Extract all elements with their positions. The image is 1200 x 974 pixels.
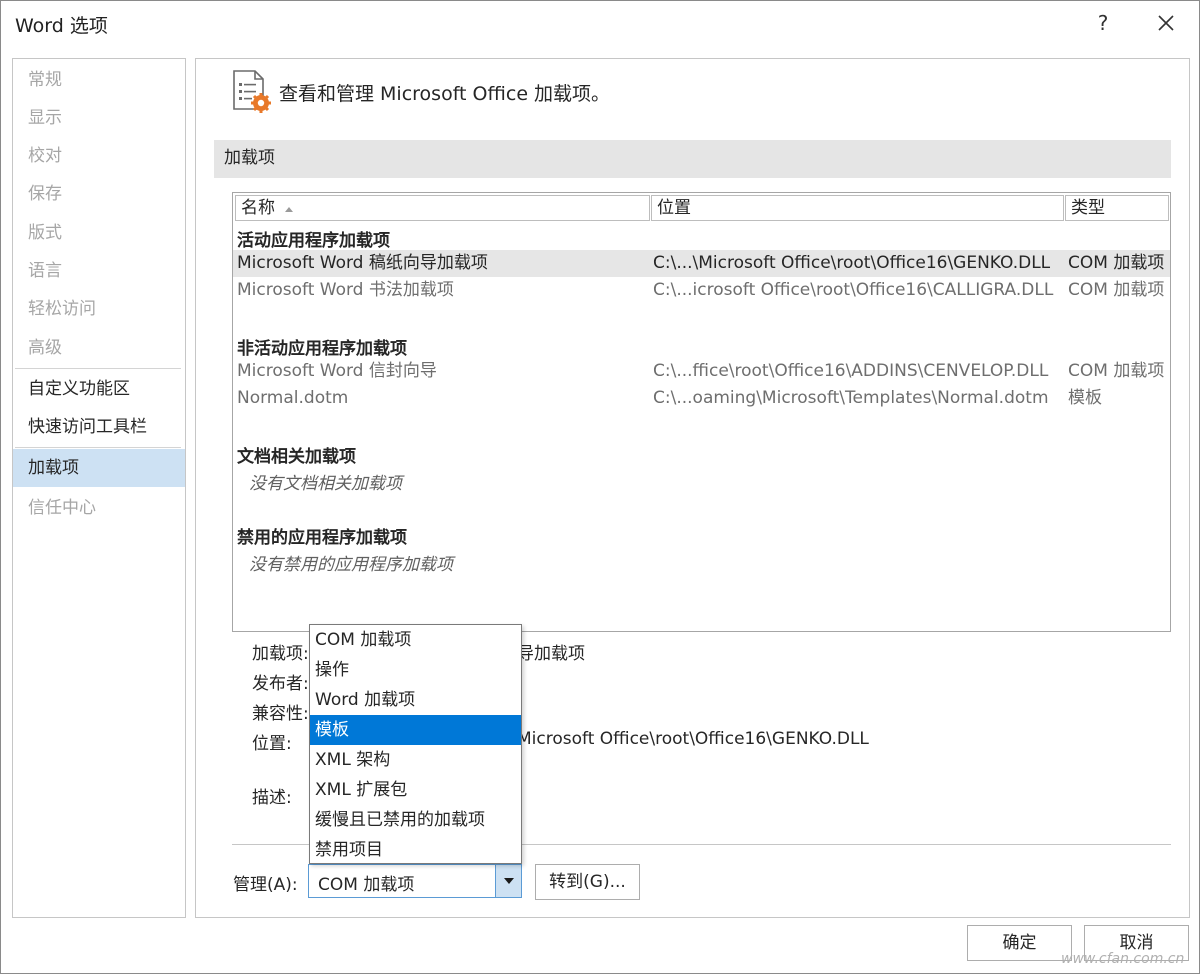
options-sidebar: 常规 显示 校对 保存 版式 语言 轻松访问 高级 自定义功能区 快速访问工具栏… (12, 58, 186, 918)
sidebar-item-trust-center[interactable]: 信任中心 (13, 489, 185, 527)
detail-addin-label: 加载项: (252, 644, 309, 664)
sort-ascending-icon (285, 207, 294, 212)
group-label-disabled: 禁用的应用程序加载项 (237, 528, 407, 548)
close-icon (1158, 15, 1174, 31)
detail-location-value: Microsoft Office\root\Office16\GENKO.DLL (517, 729, 869, 749)
manage-combobox[interactable]: COM 加载项 (308, 864, 522, 898)
dropdown-button[interactable] (495, 865, 521, 897)
sidebar-item-layout[interactable]: 版式 (13, 214, 185, 252)
close-button[interactable] (1151, 9, 1181, 37)
dropdown-option-highlighted[interactable]: 模板 (310, 715, 521, 745)
detail-location-label: 位置: (252, 734, 292, 754)
empty-message: 没有禁用的应用程序加载项 (249, 555, 453, 575)
dropdown-option[interactable]: Word 加载项 (310, 685, 521, 715)
row-name: Microsoft Word 稿纸向导加载项 (237, 253, 488, 273)
watermark: www.cfan.com.cn (1061, 951, 1185, 967)
row-name: Microsoft Word 信封向导 (237, 361, 437, 381)
sidebar-item-general[interactable]: 常规 (13, 61, 185, 99)
sidebar-item-advanced[interactable]: 高级 (13, 329, 185, 367)
manage-selected-value: COM 加载项 (318, 875, 415, 895)
sidebar-item-language[interactable]: 语言 (13, 252, 185, 290)
column-header-type[interactable]: 类型 (1065, 195, 1169, 221)
sidebar-item-proofing[interactable]: 校对 (13, 137, 185, 175)
table-row[interactable]: Microsoft Word 稿纸向导加载项 C:\...\Microsoft … (233, 250, 1170, 277)
sidebar-item-customize-ribbon[interactable]: 自定义功能区 (13, 370, 185, 408)
addins-settings-icon (233, 70, 271, 113)
detail-publisher-label: 发布者: (252, 674, 309, 694)
row-location: C:\...ffice\root\Office16\ADDINS\CENVELO… (653, 361, 1049, 381)
column-header-name-label: 名称 (241, 198, 275, 218)
group-label-inactive: 非活动应用程序加载项 (237, 339, 407, 359)
row-type: COM 加载项 (1068, 253, 1165, 273)
row-type: COM 加载项 (1068, 361, 1165, 381)
dropdown-option[interactable]: COM 加载项 (310, 625, 521, 655)
sidebar-divider (15, 368, 181, 369)
chevron-down-icon (504, 878, 514, 884)
manage-dropdown-list[interactable]: COM 加载项 操作 Word 加载项 模板 XML 架构 XML 扩展包 缓慢… (309, 624, 522, 864)
dropdown-option[interactable]: XML 扩展包 (310, 775, 521, 805)
window-title: Word 选项 (15, 15, 108, 37)
panel-header-text: 查看和管理 Microsoft Office 加载项。 (279, 83, 611, 105)
dropdown-option[interactable]: 禁用项目 (310, 835, 521, 865)
table-row[interactable]: Microsoft Word 书法加载项 C:\...icrosoft Offi… (233, 277, 1170, 304)
empty-message: 没有文档相关加载项 (249, 474, 402, 494)
group-label-document: 文档相关加载项 (237, 447, 356, 467)
sidebar-item-accessibility[interactable]: 轻松访问 (13, 290, 185, 328)
row-location: C:\...oaming\Microsoft\Templates\Normal.… (653, 388, 1049, 408)
dropdown-option[interactable]: 缓慢且已禁用的加载项 (310, 805, 521, 835)
sidebar-item-display[interactable]: 显示 (13, 99, 185, 137)
detail-compat-label: 兼容性: (252, 704, 309, 724)
row-location: C:\...\Microsoft Office\root\Office16\GE… (653, 253, 1051, 273)
row-location: C:\...icrosoft Office\root\Office16\CALL… (653, 280, 1054, 300)
sidebar-item-quick-access-toolbar[interactable]: 快速访问工具栏 (13, 408, 185, 446)
manage-label: 管理(A): (233, 875, 298, 895)
title-bar: Word 选项 ? (1, 1, 1199, 47)
column-header-name[interactable]: 名称 (235, 195, 650, 221)
row-type: 模板 (1068, 388, 1102, 408)
ok-button[interactable]: 确定 (967, 925, 1072, 961)
dropdown-option[interactable]: 操作 (310, 655, 521, 685)
sidebar-item-save[interactable]: 保存 (13, 175, 185, 213)
word-options-dialog: Word 选项 ? 常规 显示 校对 保存 版式 语言 轻松访问 高级 自定义功… (0, 0, 1200, 974)
sidebar-divider (15, 447, 181, 448)
detail-description-label: 描述: (252, 788, 292, 808)
dropdown-option[interactable]: XML 架构 (310, 745, 521, 775)
table-row[interactable]: Microsoft Word 信封向导 C:\...ffice\root\Off… (233, 358, 1170, 385)
help-button[interactable]: ? (1089, 9, 1117, 37)
table-row[interactable]: Normal.dotm C:\...oaming\Microsoft\Templ… (233, 385, 1170, 412)
sidebar-item-addins[interactable]: 加载项 (13, 449, 185, 487)
group-label-active: 活动应用程序加载项 (237, 231, 390, 251)
row-name: Microsoft Word 书法加载项 (237, 280, 454, 300)
detail-addin-value: 导加载项 (517, 644, 585, 664)
row-type: COM 加载项 (1068, 280, 1165, 300)
go-button[interactable]: 转到(G)... (535, 864, 640, 900)
column-header-location[interactable]: 位置 (651, 195, 1064, 221)
row-name: Normal.dotm (237, 388, 349, 408)
addins-list[interactable]: 名称 位置 类型 活动应用程序加载项 Microsoft Word 稿纸向导加载… (232, 192, 1171, 632)
section-title: 加载项 (214, 140, 1171, 178)
